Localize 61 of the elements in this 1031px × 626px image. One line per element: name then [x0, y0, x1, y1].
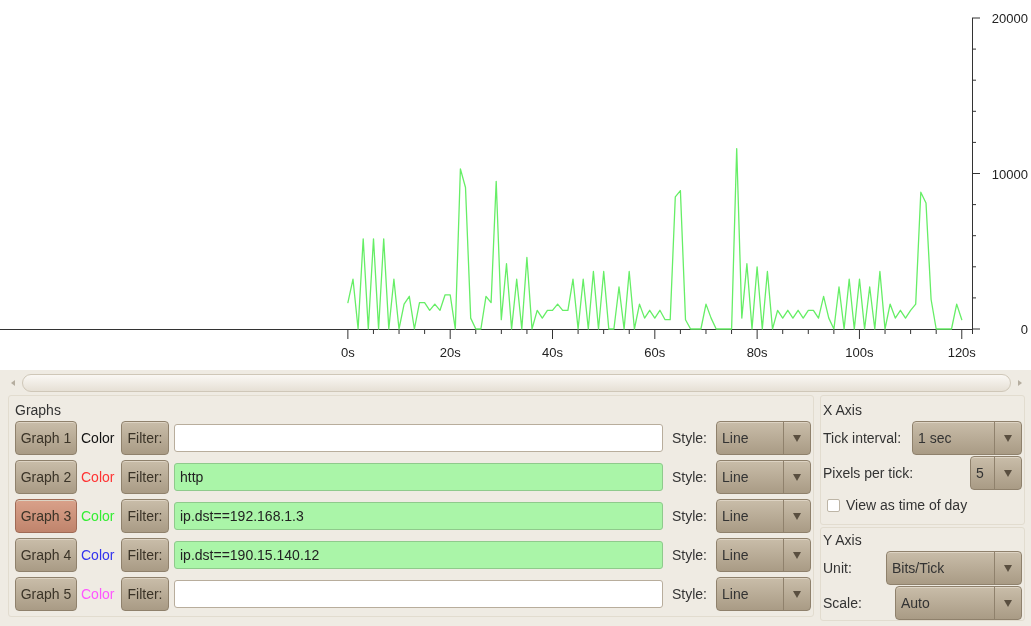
checkbox[interactable] — [827, 498, 840, 512]
section-title: Y Axis — [823, 531, 863, 550]
dropdown[interactable]: Line — [716, 538, 811, 572]
style-label: Style: — [672, 430, 708, 446]
filter-field[interactable]: http — [174, 463, 663, 491]
graph-toggle-button[interactable]: Graph 3 — [15, 499, 77, 533]
graph-toggle-button[interactable]: Graph 2 — [15, 460, 77, 494]
axis-label: 10000 — [991, 166, 1028, 182]
section-title: Graphs — [15, 401, 62, 420]
axis-label: 60s — [644, 345, 666, 360]
scrollbar[interactable] — [22, 374, 1011, 392]
dropdown[interactable]: 5 — [970, 456, 1022, 490]
dropdown[interactable]: Line — [716, 577, 811, 611]
dropdown[interactable]: Line — [716, 460, 811, 494]
filter-button[interactable]: Filter: — [121, 499, 169, 533]
color-label[interactable]: Color — [81, 469, 117, 485]
field-label: Pixels per tick: — [823, 465, 914, 481]
axis-label: 100s — [845, 345, 874, 360]
filter-button[interactable]: Filter: — [121, 421, 169, 455]
graph-toggle-button[interactable]: Graph 4 — [15, 538, 77, 572]
style-label: Style: — [672, 586, 708, 602]
axis-label: 0 — [1020, 322, 1028, 337]
graph-toggle-button[interactable]: Graph 5 — [15, 577, 77, 611]
color-label[interactable]: Color — [81, 547, 117, 563]
filter-button[interactable]: Filter: — [121, 460, 169, 494]
filter-button[interactable]: Filter: — [121, 538, 169, 572]
caret-icon — [1004, 599, 1012, 607]
dropdown[interactable]: 1 sec — [912, 421, 1022, 455]
filter-field[interactable] — [174, 424, 663, 452]
dropdown[interactable]: Auto — [895, 586, 1022, 620]
axis-label: 40s — [542, 345, 563, 360]
axis-label: 80s — [746, 345, 768, 360]
caret-icon — [1004, 564, 1012, 572]
section-title: X Axis — [823, 401, 863, 420]
graph-toggle-button[interactable]: Graph 1 — [15, 421, 77, 455]
axis-label: 20000 — [991, 11, 1028, 26]
checkbox-label[interactable]: View as time of day — [846, 497, 968, 513]
caret-icon — [793, 473, 801, 481]
style-label: Style: — [672, 469, 708, 485]
axis-label: 120s — [947, 345, 976, 360]
caret-icon — [1004, 469, 1012, 477]
caret-icon — [793, 434, 801, 442]
dropdown[interactable]: Line — [716, 421, 811, 455]
filter-field[interactable]: ip.dst==190.15.140.12 — [174, 541, 663, 569]
axis-label: 0s — [341, 345, 355, 360]
dropdown[interactable]: Bits/Tick — [886, 551, 1022, 585]
style-label: Style: — [672, 547, 708, 563]
field-label: Scale: — [823, 595, 862, 611]
dropdown[interactable]: Line — [716, 499, 811, 533]
caret-icon — [793, 590, 801, 598]
field-label: Unit: — [823, 560, 852, 576]
caret-icon — [1004, 434, 1012, 442]
filter-field[interactable]: ip.dst==192.168.1.3 — [174, 502, 663, 530]
filter-button[interactable]: Filter: — [121, 577, 169, 611]
axis-label: 20s — [439, 345, 461, 360]
caret-icon — [793, 551, 801, 559]
filter-field[interactable] — [174, 580, 663, 608]
caret-icon — [793, 512, 801, 520]
color-label[interactable]: Color — [81, 430, 117, 446]
style-label: Style: — [672, 508, 708, 524]
field-label: Tick interval: — [823, 430, 902, 446]
